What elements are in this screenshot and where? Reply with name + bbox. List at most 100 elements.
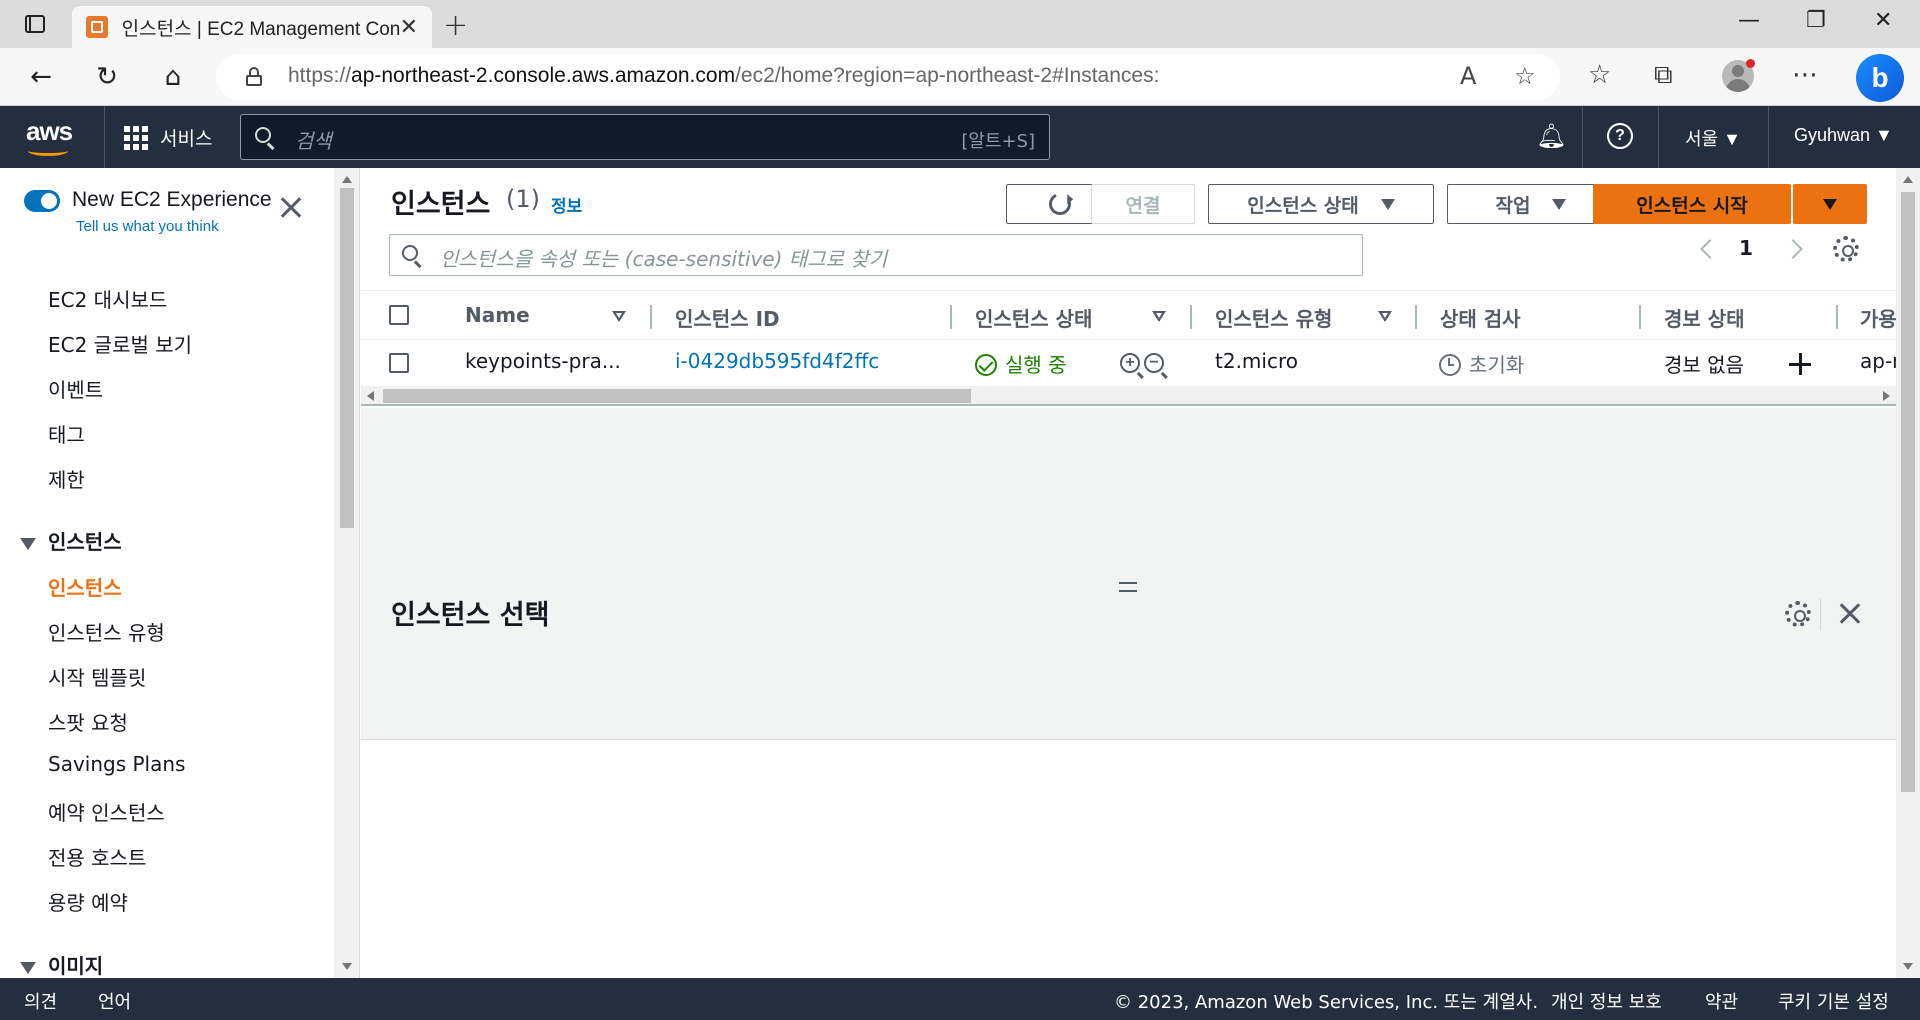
- home-icon[interactable]: ⌂: [156, 60, 190, 94]
- next-page-icon[interactable]: [1783, 239, 1803, 259]
- table-row[interactable]: keypoints-pra... i-0429db595fd4f2ffc 실행 …: [361, 340, 1905, 386]
- lock-icon[interactable]: [246, 67, 262, 86]
- back-icon[interactable]: ←: [24, 60, 58, 94]
- reload-icon[interactable]: ↻: [90, 60, 124, 94]
- column-header-instance-type[interactable]: 인스턴스 유형: [1215, 303, 1332, 332]
- zoom-in-icon[interactable]: +: [1120, 353, 1140, 373]
- sidebar-item-instances[interactable]: 인스턴스: [48, 572, 122, 601]
- add-alarm-plus-icon[interactable]: [1789, 353, 1811, 375]
- main-scrollbar[interactable]: [1896, 168, 1920, 978]
- split-drag-handle-icon[interactable]: [1119, 582, 1137, 592]
- terms-link[interactable]: 약관: [1705, 988, 1738, 1014]
- url-field[interactable]: https://ap-northeast-2.console.aws.amazo…: [216, 54, 1560, 100]
- select-all-checkbox[interactable]: [389, 305, 409, 325]
- launch-dropdown-button[interactable]: [1793, 184, 1867, 224]
- console-search-input[interactable]: 검색 [알트+S]: [240, 114, 1050, 160]
- favorites-icon[interactable]: ☆: [1588, 60, 1611, 90]
- collections-icon[interactable]: ⧉: [1654, 60, 1673, 91]
- notifications-bell-icon[interactable]: 🔔︎: [1536, 122, 1566, 150]
- sidebar-section-images[interactable]: 이미지: [20, 950, 103, 978]
- more-options-icon[interactable]: ⋯: [1792, 60, 1818, 90]
- window-close-icon[interactable]: ✕: [1874, 8, 1892, 33]
- bing-chat-icon[interactable]: b: [1856, 54, 1904, 102]
- browser-tab-active[interactable]: 인스턴스 | EC2 Management Con ✕: [72, 6, 432, 48]
- tab-close-icon[interactable]: ✕: [400, 15, 418, 40]
- tab-actions-icon[interactable]: [18, 11, 52, 37]
- sidebar-item-dashboard[interactable]: EC2 대시보드: [48, 284, 167, 313]
- current-page[interactable]: 1: [1739, 236, 1753, 260]
- aws-logo-smile: [28, 146, 68, 156]
- maximize-icon[interactable]: ❐: [1806, 8, 1826, 33]
- column-header-instance-state[interactable]: 인스턴스 상태: [975, 303, 1092, 332]
- running-check-icon: [975, 354, 997, 376]
- sidebar-close-icon[interactable]: [280, 196, 302, 218]
- table-horizontal-scrollbar[interactable]: [361, 386, 1896, 406]
- connect-button[interactable]: 연결: [1091, 184, 1195, 224]
- sidebar-item-limits[interactable]: 제한: [48, 464, 85, 493]
- sort-icon[interactable]: [1152, 311, 1166, 322]
- info-link[interactable]: 정보: [551, 192, 582, 217]
- url-text[interactable]: https://ap-northeast-2.console.aws.amazo…: [288, 64, 1159, 88]
- dropdown-caret-icon: [1823, 198, 1837, 210]
- sidebar-item-spot-requests[interactable]: 스팟 요청: [48, 707, 128, 736]
- sidebar-scroll-thumb[interactable]: [340, 188, 354, 528]
- services-menu[interactable]: 서비스: [160, 124, 212, 151]
- actions-button[interactable]: 작업: [1447, 184, 1615, 224]
- sidebar-item-launch-templates[interactable]: 시작 템플릿: [48, 662, 146, 691]
- feedback-link[interactable]: 의견: [24, 988, 57, 1014]
- aws-top-nav: aws 서비스 검색 [알트+S] 🔔︎ ? 서울 ▼ Gyuhwan ▼: [0, 106, 1920, 168]
- instance-name: keypoints-pra...: [465, 349, 621, 373]
- read-aloud-icon[interactable]: A: [1460, 62, 1476, 90]
- table-scroll-thumb[interactable]: [383, 389, 971, 403]
- new-experience-toggle[interactable]: [24, 190, 60, 212]
- sidebar-item-events[interactable]: 이벤트: [48, 374, 103, 403]
- main-scroll-thumb[interactable]: [1901, 192, 1915, 792]
- sidebar-item-tags[interactable]: 태그: [48, 419, 85, 448]
- sort-icon[interactable]: [612, 311, 626, 322]
- language-link[interactable]: 언어: [98, 988, 131, 1014]
- sidebar-item-dedicated-hosts[interactable]: 전용 호스트: [48, 842, 146, 871]
- sort-icon[interactable]: [1378, 311, 1392, 322]
- sidebar-item-savings-plans[interactable]: Savings Plans: [48, 752, 185, 776]
- column-header-name[interactable]: Name: [465, 303, 530, 327]
- cookie-preferences-link[interactable]: 쿠키 기본 설정: [1778, 988, 1889, 1014]
- alarm-status-value: 경보 없음: [1664, 353, 1744, 377]
- column-header-alarm-status[interactable]: 경보 상태: [1664, 303, 1745, 332]
- column-header-instance-id[interactable]: 인스턴스 ID: [675, 303, 780, 332]
- table-settings-gear-icon[interactable]: [1833, 236, 1859, 262]
- initializing-clock-icon: [1439, 354, 1461, 376]
- add-favorite-icon[interactable]: ☆: [1514, 62, 1536, 90]
- instance-id-link[interactable]: i-0429db595fd4f2ffc: [675, 349, 879, 373]
- experience-feedback-link[interactable]: Tell us what you think: [76, 218, 219, 235]
- sidebar-section-instances[interactable]: 인스턴스: [20, 526, 122, 555]
- sidebar-scrollbar[interactable]: [334, 168, 360, 978]
- region-selector[interactable]: 서울 ▼: [1685, 125, 1741, 151]
- browser-tab-bar: 인스턴스 | EC2 Management Con ✕ + — ❐ ✕: [0, 0, 1920, 48]
- minimize-icon[interactable]: —: [1738, 8, 1760, 33]
- collapse-caret-icon: [20, 537, 36, 550]
- privacy-link[interactable]: 개인 정보 보호: [1551, 988, 1662, 1014]
- sidebar-item-reserved-instances[interactable]: 예약 인스턴스: [48, 797, 165, 826]
- sidebar-item-capacity-reservations[interactable]: 용량 예약: [48, 887, 128, 916]
- sidebar-item-instance-types[interactable]: 인스턴스 유형: [48, 617, 165, 646]
- ec2-sidebar: New EC2 Experience Tell us what you thin…: [0, 168, 334, 978]
- launch-instances-button[interactable]: 인스턴스 시작: [1593, 184, 1791, 224]
- help-icon[interactable]: ?: [1607, 123, 1633, 149]
- services-grid-icon[interactable]: [124, 126, 148, 150]
- panel-close-icon[interactable]: [1839, 602, 1861, 624]
- previous-page-icon[interactable]: [1700, 239, 1720, 259]
- instance-state-button[interactable]: 인스턴스 상태: [1208, 184, 1434, 224]
- account-menu[interactable]: Gyuhwan ▼: [1794, 125, 1893, 146]
- row-checkbox[interactable]: [389, 353, 409, 373]
- zoom-out-icon[interactable]: −: [1144, 353, 1164, 373]
- aws-logo[interactable]: aws: [26, 116, 73, 147]
- collapse-caret-icon: [20, 961, 36, 974]
- panel-settings-gear-icon[interactable]: [1785, 601, 1811, 627]
- sidebar-item-global-view[interactable]: EC2 글로벌 보기: [48, 329, 192, 358]
- instance-filter-input[interactable]: 인스턴스을 속성 또는 (case-sensitive) 태그로 찾기: [389, 234, 1363, 276]
- search-placeholder: 검색: [295, 129, 332, 153]
- column-header-availability-zone[interactable]: 가용: [1860, 303, 1897, 332]
- column-header-status-check[interactable]: 상태 검사: [1440, 303, 1521, 332]
- console-footer: 의견 언어 © 2023, Amazon Web Services, Inc. …: [0, 978, 1920, 1020]
- new-tab-icon[interactable]: +: [443, 8, 468, 43]
